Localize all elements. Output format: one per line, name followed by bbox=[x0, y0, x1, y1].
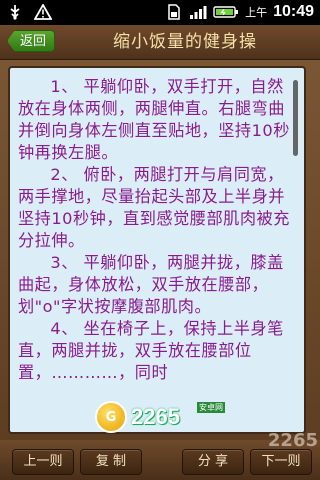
sim-icon bbox=[165, 3, 183, 21]
battery-icon bbox=[213, 3, 239, 21]
article-paragraph-2: 2、 俯卧，两腿打开与肩同宽，两手撑地，尽量抬起头部及上半身并坚持10秒钟，直到… bbox=[18, 165, 290, 250]
next-button[interactable]: 下一则 bbox=[250, 449, 312, 475]
corner-watermark: 2265 bbox=[267, 430, 318, 451]
prev-button[interactable]: 上一则 bbox=[12, 449, 74, 475]
signal-icon bbox=[189, 3, 207, 21]
article-panel[interactable]: 1、 平躺仰卧，双手打开，自然放在身体两侧，两腿伸直。右腿弯曲并倒向身体左侧直至… bbox=[8, 66, 306, 434]
usb-icon bbox=[6, 3, 24, 21]
clock-time: 10:49 bbox=[273, 3, 314, 20]
article-paragraph-1: 1、 平躺仰卧，双手打开，自然放在身体两侧，两腿伸直。右腿弯曲并倒向身体左侧直至… bbox=[18, 77, 290, 162]
back-button[interactable]: 返回 bbox=[7, 30, 55, 52]
article-paragraph-3: 3、 平躺仰卧，两腿并拢，膝盖曲起，身体放松，双手放在腰部，划"o"字状按摩腹部… bbox=[18, 253, 284, 316]
watermark-badge: G bbox=[95, 401, 127, 433]
scrollbar[interactable] bbox=[293, 80, 298, 156]
warning-icon bbox=[34, 3, 52, 21]
copy-button[interactable]: 复 制 bbox=[80, 449, 142, 475]
status-bar: 上午 10:49 bbox=[0, 0, 320, 25]
am-pm-label: 上午 bbox=[245, 6, 268, 19]
share-button[interactable]: 分 享 bbox=[182, 449, 244, 475]
watermark-text: 2265 bbox=[131, 404, 180, 429]
article-text: 1、 平躺仰卧，双手打开，自然放在身体两侧，两腿伸直。右腿弯曲并倒向身体左侧直至… bbox=[18, 76, 294, 384]
watermark-sub: 安卓网 bbox=[197, 402, 225, 413]
title-bar: 返回 缩小饭量的健身操 bbox=[0, 25, 320, 60]
watermark-logo: G 2265 安卓网 bbox=[95, 400, 245, 434]
content-area: 1、 平躺仰卧，双手打开，自然放在身体两侧，两腿伸直。右腿弯曲并倒向身体左侧直至… bbox=[0, 60, 320, 440]
article-paragraph-4: 4、 坐在椅子上，保持上半身笔直，两腿并拢，双手放在腰部位置，…………，同时 bbox=[18, 319, 284, 382]
page-title: 缩小饭量的健身操 bbox=[113, 32, 257, 52]
